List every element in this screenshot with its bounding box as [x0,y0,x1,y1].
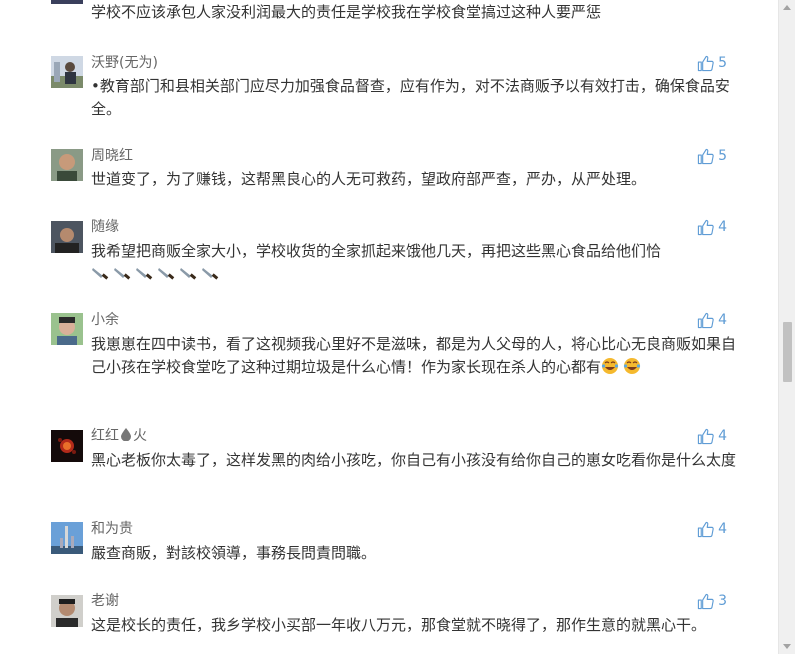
comment-text: •教育部门和县相关部门应尽力加强食品督查，应有作为，对不法商贩予以有效打击，确保… [91,77,730,118]
comment-text: 黑心老板你太毒了，这样发黑的肉给小孩吃，你自己有小孩没有给你自己的崽女吃看你是什… [91,451,737,469]
comment-author[interactable]: 老谢 [91,592,119,610]
thumbs-up-icon [697,428,714,444]
knife-icon [202,268,219,280]
scroll-up-icon[interactable] [783,5,791,10]
thumbs-up-icon [697,219,714,235]
avatar[interactable] [51,0,83,4]
avatar[interactable] [51,149,83,181]
tears-of-joy-icon [601,358,619,374]
thumbs-up-icon [697,521,714,537]
comment-text: 学校不应该承包人家没利润最大的责任是学校我在学校食堂搞过这种人要严惩 [91,3,602,21]
comment-text: 这是校长的责任，我乡学校小买部一年收八万元，那食堂就不晓得了，那作生意的就黑心干… [91,616,707,634]
like-button[interactable]: 5 [697,147,727,165]
author-name-suffix: 火 [133,428,147,444]
vertical-scrollbar[interactable] [778,0,795,654]
comment-author[interactable]: 和为贵 [91,520,133,538]
like-count: 5 [718,148,727,164]
knife-icon [92,268,109,280]
comment-text: 世道变了，为了赚钱，这帮黑良心的人无可救药，望政府部严查，严办，从严处理。 [91,170,647,188]
like-count: 4 [718,219,727,235]
avatar[interactable] [51,56,83,88]
comment-text: 我希望把商贩全家大小，学校收货的全家抓起来饿他几天，再把这些黑心食品给他们恰 [91,240,736,286]
like-button[interactable]: 4 [697,311,727,329]
thumbs-up-icon [697,593,714,609]
water-drop-icon [121,428,131,442]
thumbs-up-icon [697,148,714,164]
knife-icon [136,268,153,280]
knife-icon [114,268,131,280]
comment-author[interactable]: 周晓红 [91,147,133,165]
comment-author[interactable]: 红红火 [91,427,147,445]
thumbs-up-icon [697,55,714,71]
like-button[interactable]: 5 [697,54,727,72]
like-count: 4 [718,521,727,537]
like-button[interactable]: 4 [697,520,727,538]
avatar[interactable] [51,595,83,627]
comment-author[interactable]: 沃野(无为) [91,54,158,72]
like-button[interactable]: 4 [697,427,727,445]
knife-icon [180,268,197,280]
like-count: 4 [718,312,727,328]
like-count: 4 [718,428,727,444]
tears-of-joy-icon [623,358,641,374]
scroll-down-icon[interactable] [783,644,791,649]
scroll-thumb[interactable] [783,322,792,382]
avatar[interactable] [51,522,83,554]
knife-icon [158,268,175,280]
comment-text-content: 我希望把商贩全家大小，学校收货的全家抓起来饿他几天，再把这些黑心食品给他们恰 [91,242,662,260]
like-button[interactable]: 3 [697,592,727,610]
comment-feed: 学校不应该承包人家没利润最大的责任是学校我在学校食堂搞过这种人要严惩 沃野(无为… [0,0,778,654]
thumbs-up-icon [697,312,714,328]
like-count: 3 [718,593,727,609]
comment-author[interactable]: 小余 [91,311,119,329]
like-count: 5 [718,55,727,71]
author-name: 红红 [91,428,119,444]
comment-text: 我崽崽在四中读书，看了这视频我心里好不是滋味，都是为人父母的人，将心比心无良商贩… [91,333,736,379]
avatar[interactable] [51,313,83,345]
comment-text: 嚴查商販，對該校領導，事務長問責問職。 [91,544,377,562]
emoji-row [91,264,219,282]
like-button[interactable]: 4 [697,218,727,236]
emoji-row [601,357,641,375]
comment-author[interactable]: 随缘 [91,218,119,236]
avatar[interactable] [51,221,83,253]
avatar[interactable] [51,430,83,462]
